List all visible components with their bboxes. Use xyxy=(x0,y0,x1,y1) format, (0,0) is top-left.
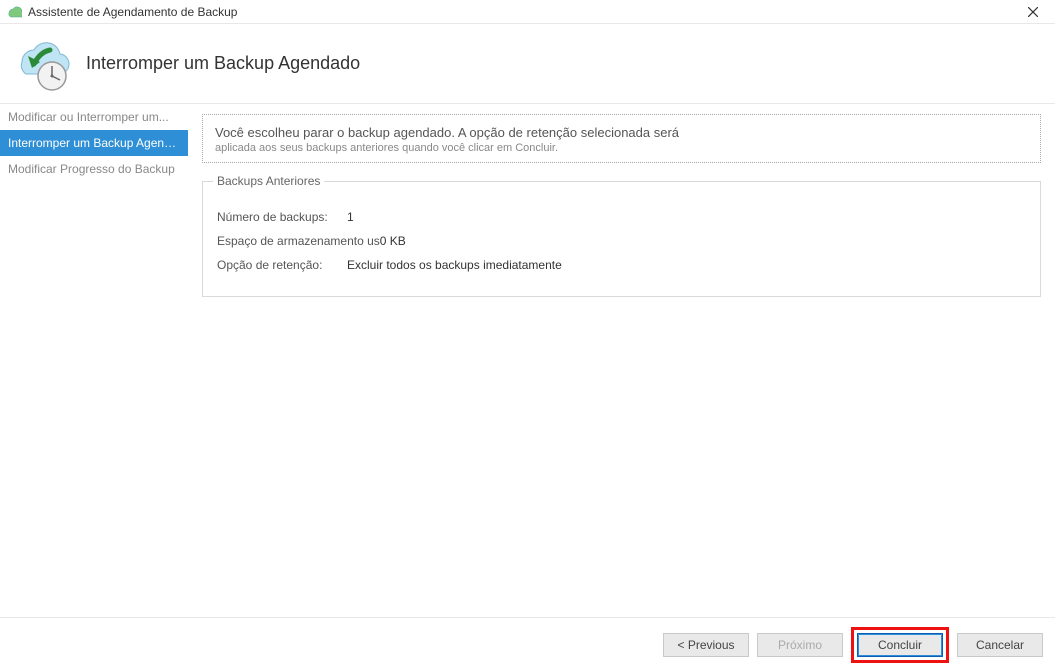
wizard-footer: < Previous Próximo Concluir Cancelar xyxy=(0,617,1055,671)
wizard-steps-sidebar: Modificar ou Interromper um... Interromp… xyxy=(0,104,188,617)
wizard-header: Interromper um Backup Agendado xyxy=(0,24,1055,104)
page-title: Interromper um Backup Agendado xyxy=(86,53,360,74)
field-storage-used: Espaço de armazenamento us 0 KB xyxy=(217,234,1026,248)
close-button[interactable] xyxy=(1015,0,1051,24)
storage-used-value: 0 KB xyxy=(380,234,406,248)
field-retention-option: Opção de retenção: Excluir todos os back… xyxy=(217,258,1026,272)
sidebar-item-modify-backup-progress[interactable]: Modificar Progresso do Backup xyxy=(0,156,188,182)
num-backups-value: 1 xyxy=(347,210,354,224)
finish-button[interactable]: Concluir xyxy=(857,633,943,657)
cancel-button[interactable]: Cancelar xyxy=(957,633,1043,657)
highlight-box: Concluir xyxy=(851,627,949,663)
summary-line-2: aplicada aos seus backups anteriores qua… xyxy=(215,142,1028,154)
retention-value: Excluir todos os backups imediatamente xyxy=(347,258,562,272)
summary-box: Você escolheu parar o backup agendado. A… xyxy=(202,114,1041,163)
field-num-backups: Número de backups: 1 xyxy=(217,210,1026,224)
storage-used-label: Espaço de armazenamento us xyxy=(217,234,380,248)
window-title: Assistente de Agendamento de Backup xyxy=(28,5,237,19)
num-backups-label: Número de backups: xyxy=(217,210,347,224)
retention-label: Opção de retenção: xyxy=(217,258,347,272)
next-button[interactable]: Próximo xyxy=(757,633,843,657)
titlebar: Assistente de Agendamento de Backup xyxy=(0,0,1055,24)
previous-backups-group: Backups Anteriores Número de backups: 1 … xyxy=(202,181,1041,297)
app-icon xyxy=(6,4,22,20)
header-cloud-clock-icon xyxy=(10,36,70,92)
summary-line-1: Você escolheu parar o backup agendado. A… xyxy=(215,125,1028,140)
sidebar-item-modify-or-stop[interactable]: Modificar ou Interromper um... xyxy=(0,104,188,130)
sidebar-item-stop-scheduled-backup[interactable]: Interromper um Backup Agendado xyxy=(0,130,188,156)
previous-button[interactable]: < Previous xyxy=(663,633,749,657)
wizard-content: Você escolheu parar o backup agendado. A… xyxy=(188,104,1055,617)
group-legend: Backups Anteriores xyxy=(213,174,324,188)
